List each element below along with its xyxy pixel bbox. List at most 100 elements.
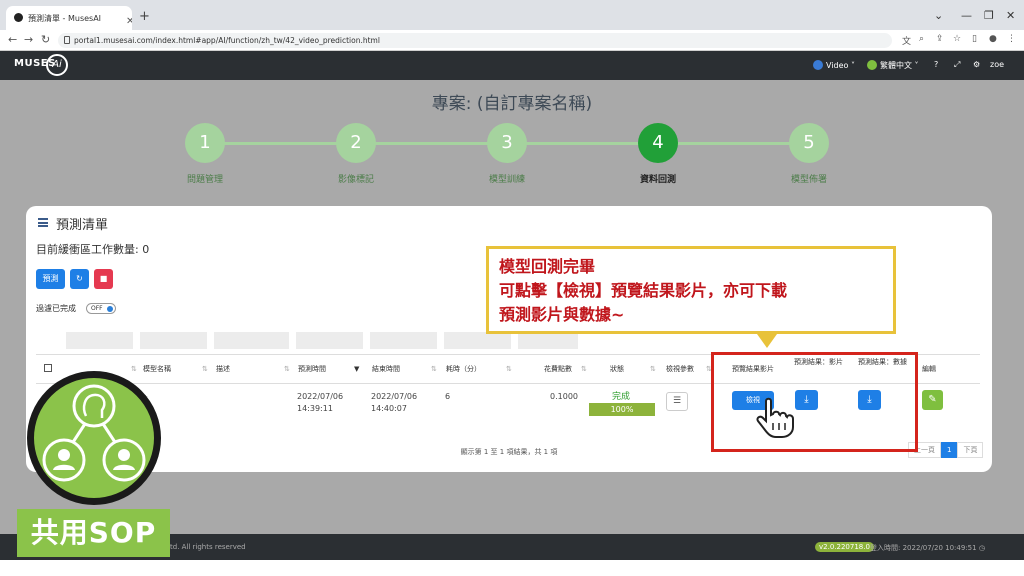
user-icon[interactable]: ⚙ [973,60,980,69]
cell-predict-date: 2022/07/06 [297,392,344,401]
browser-tab-bar: 預測清單 - MusesAI ✕ + ⌄ — ❐ ✕ [0,0,1024,30]
toggle-text: OFF [91,305,103,312]
maximize-icon[interactable]: ❐ [984,9,994,22]
toggle-knob [107,306,113,312]
screenshot-frame: 預測清單 - MusesAI ✕ + ⌄ — ❐ ✕ ← → ↻ portal1… [0,0,1024,576]
col-predict-time[interactable]: 預測時間 [298,365,326,374]
sort-icon[interactable]: ⇅ [506,365,512,373]
col-description[interactable]: 描述 [216,365,230,374]
step-2-circle[interactable]: 2 [336,123,376,163]
page-1-button[interactable]: 1 [941,442,958,458]
version-badge: v2.0.220718.0 [815,542,874,552]
edit-button[interactable]: ✎ [922,390,943,410]
sop-badge-circle [27,371,161,505]
col-edit[interactable]: 編輯 [922,365,936,374]
url-text: portal1.musesai.com/index.html#app/AI/fu… [74,36,380,45]
help-icon[interactable]: ? [934,60,938,69]
cell-end-clock: 14:40:07 [371,404,407,413]
bookmark-star-icon[interactable]: ☆ [953,34,961,44]
progress-bar: 100% [589,403,655,416]
globe-icon [867,60,877,70]
sort-icon[interactable]: ⇅ [284,365,290,373]
search-field-placeholder[interactable] [370,332,437,349]
callout-line-3: 預測影片與數據~ [499,305,625,324]
zoom-icon[interactable]: ⌕ [919,34,924,44]
tab-close-icon[interactable]: ✕ [126,16,132,27]
col-cost[interactable]: 花費點數 [544,365,572,374]
step-3-circle[interactable]: 3 [487,123,527,163]
filter-completed-label: 過濾已完成 [36,304,76,313]
video-menu[interactable]: Video ˅ [813,60,855,70]
next-page-button[interactable]: 下頁 [957,442,984,458]
refresh-icon[interactable]: ↻ [70,269,89,289]
search-field-placeholder[interactable] [444,332,511,349]
url-input[interactable]: portal1.musesai.com/index.html#app/AI/fu… [58,33,892,48]
favicon-icon [14,13,23,22]
language-menu[interactable]: 繁體中文 ˅ [867,60,919,71]
search-field-placeholder[interactable] [214,332,289,349]
col-model-name[interactable]: 模型名稱 [143,365,171,374]
search-field-placeholder[interactable] [518,332,578,349]
sort-icon[interactable]: ⇅ [431,365,437,373]
translate-icon[interactable]: 文 [902,34,911,47]
clock-icon: ◷ [978,544,985,552]
new-tab-icon[interactable]: + [139,9,150,24]
panel-title: 預測清單 [56,218,109,233]
reload-icon[interactable]: ↻ [41,33,50,46]
user-name[interactable]: zoe [990,60,1004,69]
lock-icon [64,36,70,44]
cell-duration: 6 [445,392,451,401]
tab-list-chevron-icon[interactable]: ⌄ [934,9,943,22]
menu-dots-icon[interactable]: ⋮ [1007,34,1016,44]
app-header: MUSES Ai Video ˅ 繁體中文 ˅ ? ⤢ ⚙ zoe [0,51,1024,80]
col-status[interactable]: 狀態 [610,365,624,374]
col-end-time[interactable]: 結束時間 [372,365,400,374]
predict-button[interactable]: 預測 [36,269,65,289]
window-close-icon[interactable]: ✕ [1006,9,1015,22]
tab-title: 預測清單 - MusesAI [28,14,102,23]
project-title: 專案: (自訂專案名稱) [431,94,593,114]
col-view-params[interactable]: 檢視參數 [666,365,694,374]
search-field-placeholder[interactable] [296,332,363,349]
cell-end-date: 2022/07/06 [371,392,418,401]
step-1-label: 問題管理 [186,175,223,185]
filter-completed-toggle[interactable]: OFF [86,303,116,314]
step-5-label: 模型佈署 [790,175,827,185]
copyright-text: td. All rights reserved [170,543,246,551]
list-icon [38,218,48,227]
video-icon [813,60,823,70]
sort-icon[interactable]: ⇅ [650,365,656,373]
sort-icon[interactable]: ⇅ [202,365,208,373]
fullscreen-icon[interactable]: ⤢ [954,60,960,70]
search-field-placeholder[interactable] [140,332,207,349]
forward-icon[interactable]: → [24,33,33,46]
annotation-callout: 模型回測完畢 可點擊【檢視】預覽結果影片，亦可下載 預測影片與數據~ [486,246,896,334]
team-network-icon [42,384,146,482]
browser-tab[interactable]: 預測清單 - MusesAI ✕ [6,6,132,30]
profile-icon[interactable]: ● [989,34,997,44]
step-5-circle[interactable]: 5 [789,123,829,163]
sidebar-icon[interactable]: ▯ [972,34,977,44]
queue-count-text: 目前緩衝區工作數量: 0 [36,243,150,256]
video-menu-label: Video [826,61,849,70]
cell-cost: 0.1000 [550,392,578,401]
minimize-icon[interactable]: — [961,9,972,22]
browser-address-bar: ← → ↻ portal1.musesai.com/index.html#app… [0,30,1024,51]
search-field-placeholder[interactable] [66,332,133,349]
share-icon[interactable]: ⇪ [936,34,944,44]
step-4-circle[interactable]: 4 [638,123,678,163]
status-text: 完成 [612,392,631,402]
delete-icon[interactable]: ■ [94,269,113,289]
language-menu-label: 繁體中文 [880,61,912,70]
sort-desc-icon[interactable]: ▼ [354,365,359,373]
back-icon[interactable]: ← [8,33,17,46]
step-1-circle[interactable]: 1 [185,123,225,163]
callout-line-1: 模型回測完畢 [499,257,596,276]
col-duration[interactable]: 耗時（分） [446,365,481,374]
sort-icon[interactable]: ⇅ [131,365,137,373]
sop-label: 共用SOP [17,509,170,557]
sort-icon[interactable]: ⇅ [581,365,587,373]
select-all-checkbox[interactable] [44,364,52,372]
login-time: 登入時間: 2022/07/20 10:49:51 ◷ [870,543,985,553]
view-params-button[interactable]: ☰ [666,392,688,411]
